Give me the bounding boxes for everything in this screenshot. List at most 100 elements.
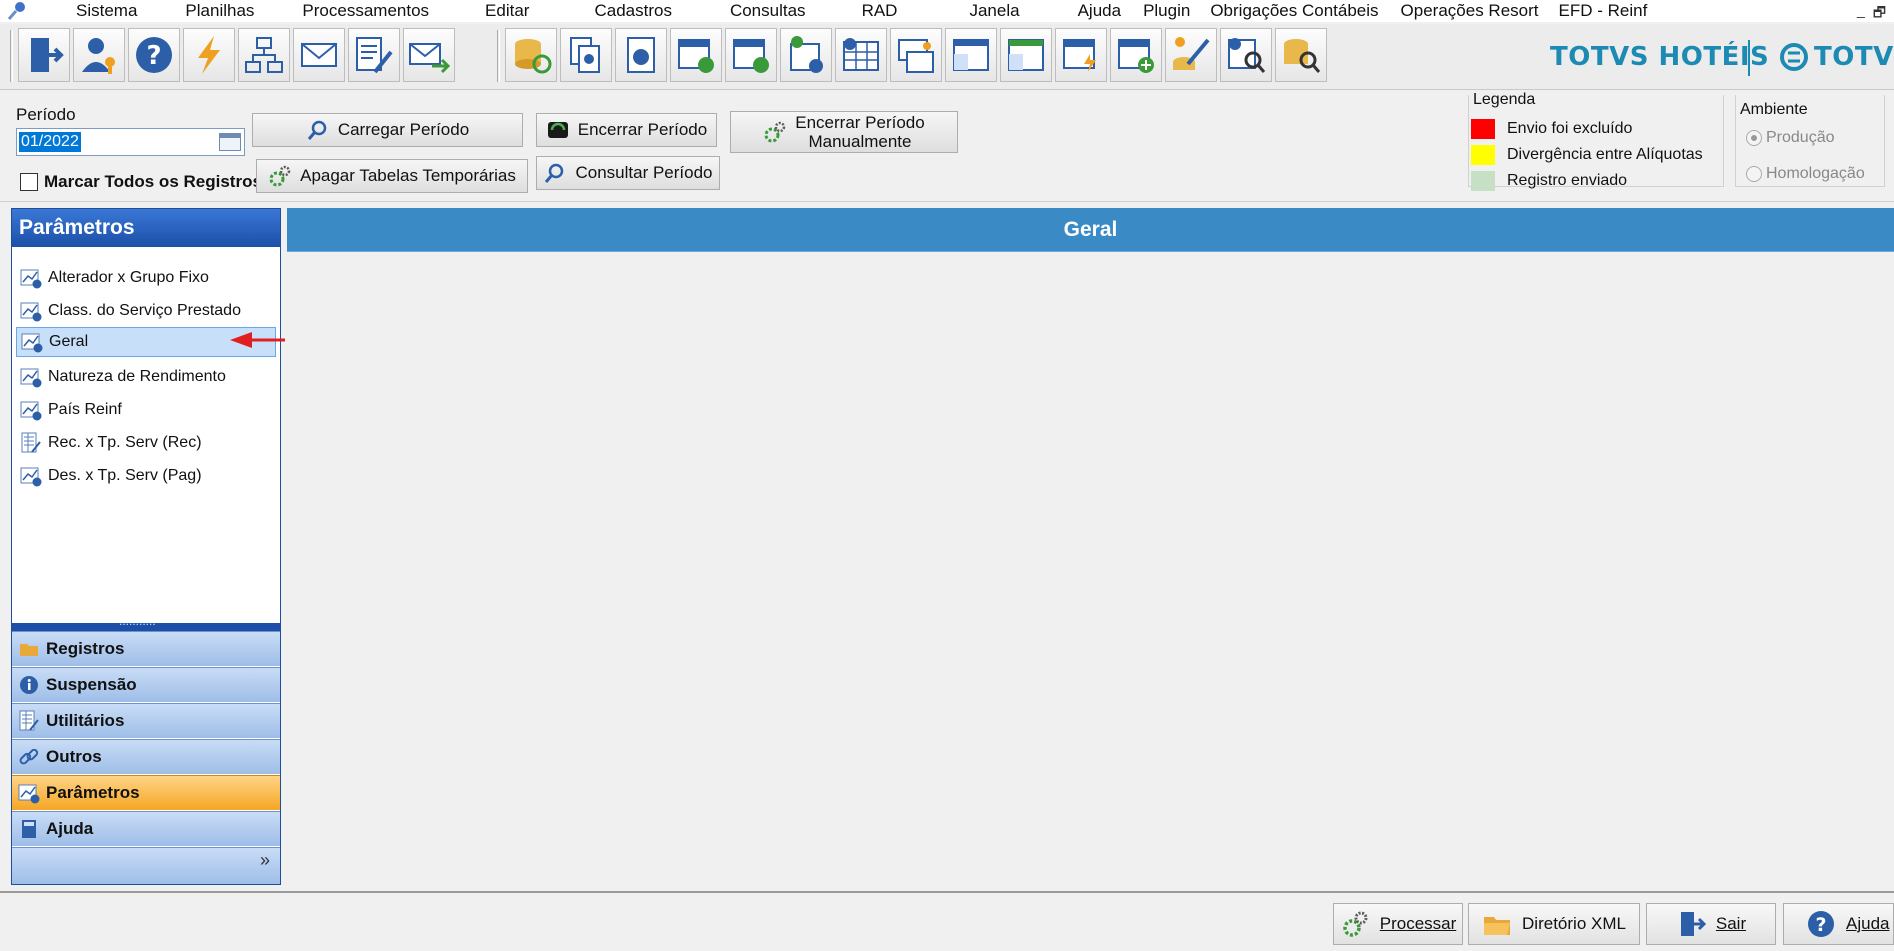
chart-info-icon <box>21 333 43 353</box>
mark-all-checkbox[interactable]: Marcar Todos os Registros <box>20 172 262 192</box>
nav-label: Parâmetros <box>46 783 140 802</box>
close-period-manual-button[interactable]: Encerrar Período Manualmente <box>730 111 958 153</box>
menu-processamentos[interactable]: Processamentos <box>302 1 429 21</box>
radio-button[interactable] <box>1746 166 1762 182</box>
door-exit-icon <box>31 38 64 72</box>
toolbar-table-check-button[interactable] <box>725 28 777 82</box>
legend-swatch <box>1471 119 1495 139</box>
chevron-right-icon[interactable]: » <box>260 850 270 871</box>
period-value[interactable]: 01/2022 <box>19 132 81 152</box>
toolbar-exit-button[interactable] <box>18 28 70 82</box>
parameters-list: Alterador x Grupo Fixo Class. do Serviço… <box>12 247 280 627</box>
list-item-des-tp-serv[interactable]: Des. x Tp. Serv (Pag) <box>16 461 276 491</box>
environment-production-option[interactable]: Produção <box>1746 129 1835 147</box>
window-split-icon <box>953 39 989 71</box>
list-item-rec-tp-serv[interactable]: Rec. x Tp. Serv (Rec) <box>16 428 276 458</box>
list-item-natureza[interactable]: Natureza de Rendimento <box>16 362 276 392</box>
load-period-button[interactable]: Carregar Período <box>252 113 523 147</box>
environment-homolog-option[interactable]: Homologação <box>1746 165 1865 183</box>
period-input[interactable]: 01/2022 <box>16 128 245 156</box>
menu-cadastros[interactable]: Cadastros <box>594 1 671 21</box>
period-label: Período <box>16 105 76 124</box>
list-item-label: Class. do Serviço Prestado <box>48 302 241 319</box>
toolbar-table-bolt-button[interactable] <box>1055 28 1107 82</box>
legend-box: Legenda Envio foi excluído Divergência e… <box>1468 91 1724 191</box>
bottom-bar: Processar Diretório XML Sair ? Ajuda <box>0 891 1894 951</box>
coins-refresh-icon <box>515 39 552 74</box>
folder-icon <box>20 644 38 656</box>
chart-info-icon <box>20 269 42 289</box>
toolbar-doc-chart-button[interactable] <box>615 28 667 82</box>
panel-splitter[interactable] <box>12 614 280 631</box>
toolbar-calendar-money-button[interactable] <box>780 28 832 82</box>
nav-registros[interactable]: Registros <box>12 631 280 666</box>
toolbar-user-key-button[interactable] <box>73 28 125 82</box>
toolbar-coins-pencil-button[interactable] <box>1165 28 1217 82</box>
menu-bar: Sistema Planilhas Processamentos Editar … <box>0 0 1894 22</box>
help-button[interactable]: ? Ajuda <box>1783 903 1894 945</box>
menu-plugin[interactable]: Plugin <box>1143 1 1190 21</box>
menu-sistema[interactable]: Sistema <box>76 1 137 21</box>
consult-period-button[interactable]: Consultar Período <box>536 156 720 190</box>
menu-ajuda[interactable]: Ajuda <box>1078 1 1121 21</box>
list-item-class-servico[interactable]: Class. do Serviço Prestado <box>16 296 276 326</box>
menu-obrigacoes-contabeis[interactable]: Obrigações Contábeis <box>1210 1 1378 21</box>
app-pin-icon[interactable] <box>6 1 28 21</box>
toolbar-table-upload-button[interactable] <box>835 28 887 82</box>
nav-suspensao[interactable]: Suspensão <box>12 667 280 702</box>
period-panel: Período 01/2022 Marcar Todos os Registro… <box>0 91 1894 202</box>
toolbar-hierarchy-button[interactable] <box>238 28 290 82</box>
help-icon: ? <box>1808 911 1834 937</box>
ledger-icon <box>19 710 39 731</box>
list-item-label: Natureza de Rendimento <box>48 368 226 385</box>
nav-parametros[interactable]: Parâmetros <box>12 775 280 810</box>
nav-utilitarios[interactable]: Utilitários <box>12 703 280 738</box>
menu-consultas[interactable]: Consultas <box>730 1 806 21</box>
menu-janela[interactable]: Janela <box>969 1 1019 21</box>
close-manual-line1: Encerrar Período <box>795 113 925 132</box>
list-item-pais-reinf[interactable]: País Reinf <box>16 395 276 425</box>
close-period-label: Encerrar Período <box>577 120 708 139</box>
menu-editar[interactable]: Editar <box>485 1 529 21</box>
toolbar-copy-doc-button[interactable] <box>560 28 612 82</box>
close-period-button[interactable]: Encerrar Período <box>536 113 717 147</box>
list-item-alterador[interactable]: Alterador x Grupo Fixo <box>16 263 276 293</box>
nav-label: Outros <box>46 747 102 766</box>
toolbar-window-green-button[interactable] <box>1000 28 1052 82</box>
menu-rad[interactable]: RAD <box>862 1 898 21</box>
toolbar-window-split-button[interactable] <box>945 28 997 82</box>
nav-ajuda[interactable]: Ajuda <box>12 811 280 846</box>
left-panel: Parâmetros Alterador x Grupo Fixo Class.… <box>11 208 281 885</box>
toolbar-table-add-button[interactable] <box>1110 28 1162 82</box>
toolbar-calendar-check-button[interactable] <box>670 28 722 82</box>
toolbar-table-search-button[interactable] <box>1220 28 1272 82</box>
toolbar-lightning-button[interactable] <box>183 28 235 82</box>
delete-temp-tables-button[interactable]: Apagar Tabelas Temporárias <box>256 159 528 193</box>
calendar-icon[interactable] <box>219 133 241 151</box>
environment-label: Homologação <box>1766 165 1865 182</box>
chart-info-icon <box>20 368 42 388</box>
user-key-icon <box>82 38 115 74</box>
toolbar-coins-refresh-button[interactable] <box>505 28 557 82</box>
toolbar-coins-search-button[interactable] <box>1275 28 1327 82</box>
restore-button[interactable]: 🗗 <box>1873 2 1886 26</box>
nav-outros[interactable]: Outros <box>12 739 280 774</box>
nav-overflow[interactable]: » <box>12 847 280 884</box>
nav-label: Suspensão <box>46 675 137 694</box>
window-green-icon <box>1008 39 1044 71</box>
toolbar-help-button[interactable]: ? <box>128 28 180 82</box>
radio-button[interactable] <box>1746 130 1762 146</box>
toolbar-mail-button[interactable] <box>293 28 345 82</box>
menu-operacoes-resort[interactable]: Operações Resort <box>1401 1 1539 21</box>
exit-button[interactable]: Sair <box>1646 903 1776 945</box>
refresh-lock-icon <box>547 122 568 138</box>
toolbar-window-sparkle-button[interactable] <box>890 28 942 82</box>
toolbar-send-mail-button[interactable] <box>403 28 455 82</box>
menu-planilhas[interactable]: Planilhas <box>185 1 254 21</box>
menu-efd-reinf[interactable]: EFD - Reinf <box>1559 1 1648 21</box>
minimize-button[interactable]: _ <box>1857 2 1865 26</box>
process-button[interactable]: Processar <box>1333 903 1463 945</box>
checkbox-box[interactable] <box>20 173 38 191</box>
xml-directory-button[interactable]: Diretório XML <box>1468 903 1640 945</box>
toolbar-edit-sheet-button[interactable] <box>348 28 400 82</box>
